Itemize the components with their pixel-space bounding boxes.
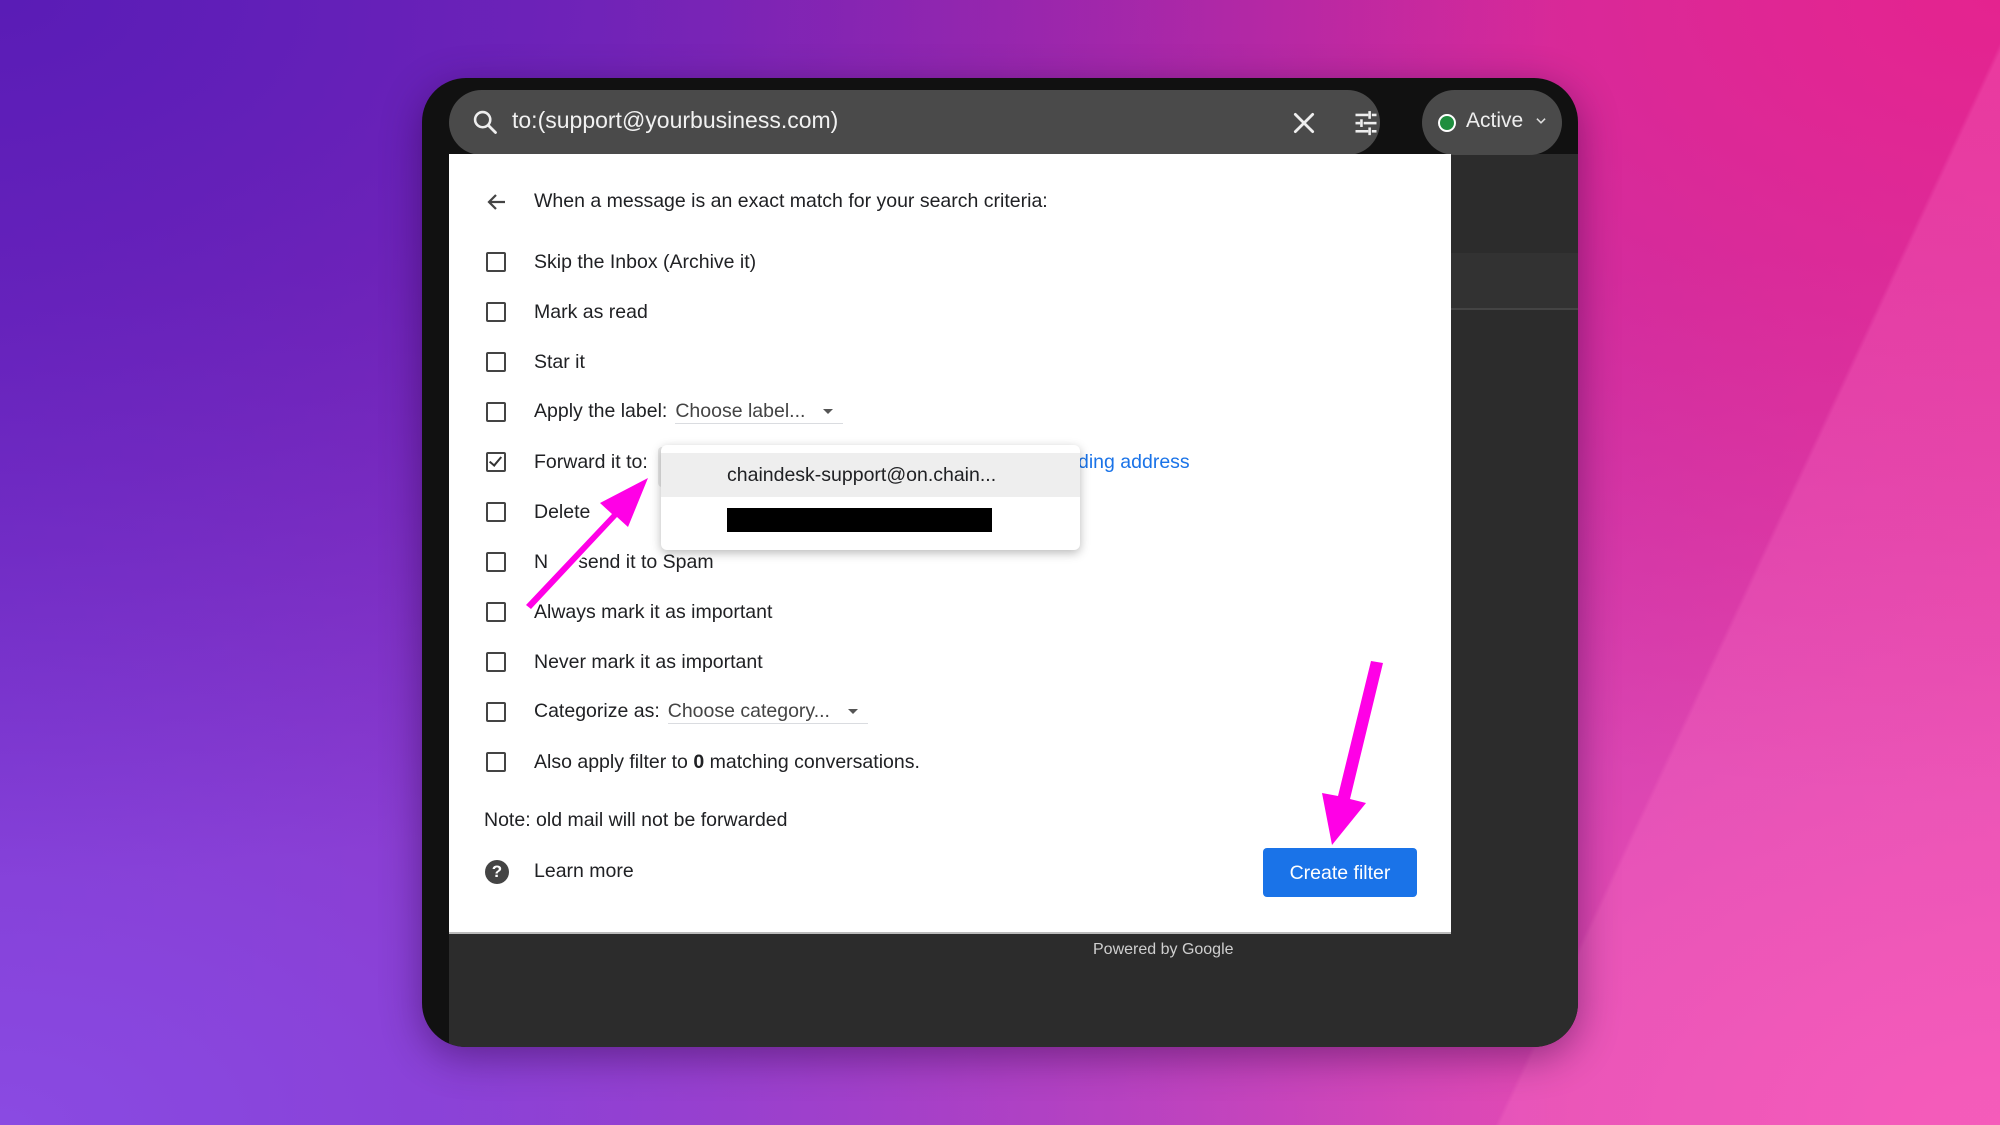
search-bar[interactable]: to:(support@yourbusiness.com) <box>449 90 1380 155</box>
checkbox[interactable] <box>486 652 506 672</box>
option-label: Forward it to: <box>534 450 648 473</box>
option-label-text: Apply the label: <box>534 400 668 422</box>
option-label: Categorize as: Choose category... <box>534 700 868 724</box>
redacted-dropdown-option[interactable] <box>727 508 992 532</box>
filter-header: When a message is an exact match for you… <box>449 186 1451 216</box>
matching-count: 0 <box>693 750 705 773</box>
forward-address-dropdown: chaindesk-support@on.chain... <box>661 445 1080 550</box>
option-skip-inbox[interactable]: Skip the Inbox (Archive it) <box>449 247 1451 277</box>
option-label: Apply the label: Choose label... <box>534 400 844 424</box>
option-mark-read[interactable]: Mark as read <box>449 297 1451 327</box>
tune-icon[interactable] <box>1352 109 1380 142</box>
option-star[interactable]: Star it <box>449 347 1451 377</box>
create-filter-button[interactable]: Create filter <box>1263 848 1417 897</box>
option-label: Always mark it as important <box>534 600 773 623</box>
dropdown-option[interactable]: chaindesk-support@on.chain... <box>661 453 1080 497</box>
add-forwarding-address-link[interactable]: ding address <box>1078 451 1190 474</box>
filter-options-panel: When a message is an exact match for you… <box>449 154 1451 934</box>
checkbox[interactable] <box>486 702 506 722</box>
option-label: Skip the Inbox (Archive it) <box>534 250 757 273</box>
caret-down-icon <box>823 409 834 415</box>
label-select[interactable]: Choose label... <box>675 400 844 424</box>
powered-by-google: Powered by Google <box>1093 941 1234 958</box>
option-label: Never mark it as important <box>534 650 763 673</box>
checkbox[interactable] <box>486 352 506 372</box>
option-label: Also apply filter to 0 matching conversa… <box>534 751 920 774</box>
close-icon[interactable] <box>1291 110 1317 141</box>
dropdown-option-label: chaindesk-support@on.chain... <box>727 464 997 486</box>
search-icon[interactable] <box>471 108 499 141</box>
checkbox[interactable] <box>486 602 506 622</box>
option-label: Mark as read <box>534 300 648 323</box>
option-label: Star it <box>534 350 585 373</box>
option-label-start: N <box>534 550 549 573</box>
option-never-important[interactable]: Never mark it as important <box>449 647 1451 677</box>
checkbox[interactable] <box>486 552 506 572</box>
option-always-important[interactable]: Always mark it as important <box>449 597 1451 627</box>
checkbox[interactable] <box>486 752 506 772</box>
search-input[interactable]: to:(support@yourbusiness.com) <box>512 107 838 134</box>
category-select-value: Choose category... <box>667 700 830 722</box>
option-apply-label[interactable]: Apply the label: Choose label... <box>449 397 1451 427</box>
checkbox[interactable] <box>486 252 506 272</box>
option-apply-existing[interactable]: Also apply filter to 0 matching conversa… <box>449 747 1451 777</box>
caret-down-icon <box>847 709 858 715</box>
option-categorize[interactable]: Categorize as: Choose category... <box>449 697 1451 727</box>
learn-more-link[interactable]: Learn more <box>534 860 634 883</box>
option-label-end: send it to Spam <box>578 550 714 573</box>
label-select-value: Choose label... <box>675 400 806 422</box>
status-dot-icon <box>1438 114 1456 132</box>
checkbox-checked[interactable] <box>486 452 506 472</box>
option-never-spam[interactable]: Nsend it to Spam <box>449 547 1451 577</box>
back-arrow-icon[interactable] <box>485 190 509 219</box>
option-label-pre: Also apply filter to <box>534 750 694 773</box>
status-selector[interactable]: Active <box>1422 90 1562 155</box>
category-select[interactable]: Choose category... <box>667 700 868 724</box>
forward-note: Note: old mail will not be forwarded <box>484 809 788 831</box>
help-icon[interactable]: ? <box>485 860 509 884</box>
chevron-down-icon <box>1534 114 1548 133</box>
checkbox[interactable] <box>486 402 506 422</box>
status-label: Active <box>1466 109 1524 132</box>
option-label: Nsend it to Spam <box>534 551 714 574</box>
filter-header-text: When a message is an exact match for you… <box>534 189 1048 212</box>
option-label-post: matching conversations. <box>704 750 920 773</box>
checkbox[interactable] <box>486 302 506 322</box>
checkbox[interactable] <box>486 502 506 522</box>
option-label-text: Categorize as: <box>534 700 660 722</box>
option-label: Delete <box>534 500 591 523</box>
